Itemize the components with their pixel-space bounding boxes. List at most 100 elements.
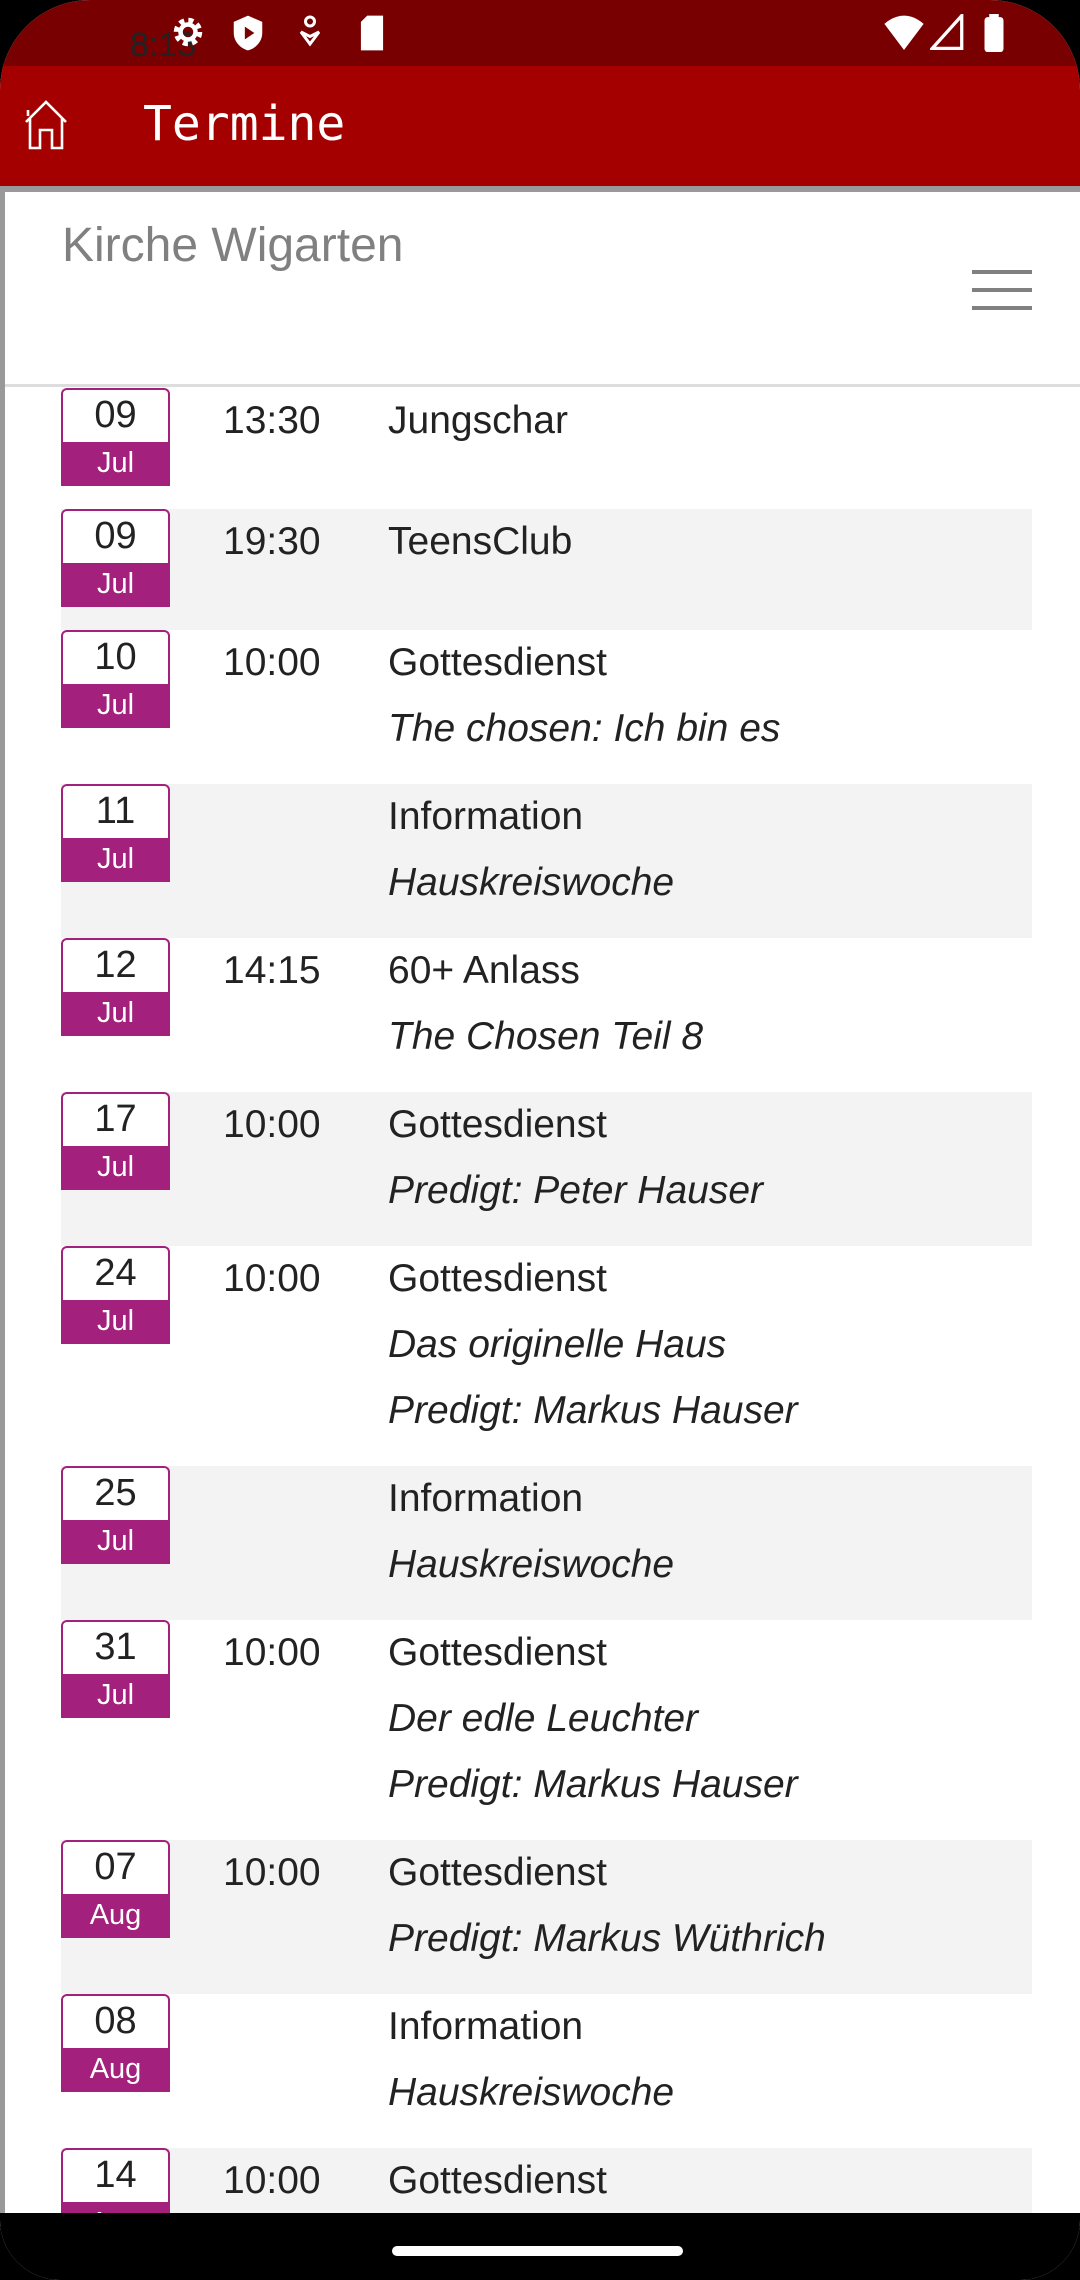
event-time: 10:00: [223, 1631, 321, 1674]
date-day: 11: [61, 784, 170, 838]
event-row[interactable]: 24 Jul 10:00 Gottesdienst Das originelle …: [61, 1246, 1032, 1466]
event-time: [170, 784, 388, 916]
date-day: 08: [61, 1994, 170, 2048]
event-detail: Predigt: Peter Hauser: [388, 1169, 764, 1212]
date-badge: 24 Jul: [61, 1246, 170, 1344]
event-time: 10:00: [223, 641, 321, 684]
event-time: [170, 1466, 388, 1598]
gear-icon: [173, 17, 203, 47]
date-day: 14: [61, 2148, 170, 2202]
wifi-icon: [884, 15, 924, 50]
event-detail: The chosen: Ich bin es: [388, 707, 781, 750]
event-title: Gottesdienst: [388, 641, 607, 684]
date-month: Jul: [61, 442, 170, 486]
event-detail: Predigt: Markus Hauser: [388, 1763, 798, 1806]
event-title: Information: [388, 2005, 584, 2048]
event-title: Gottesdienst: [388, 1631, 607, 1674]
date-day: 10: [61, 630, 170, 684]
date-badge: 09 Jul: [61, 509, 170, 607]
date-month: Jul: [61, 992, 170, 1036]
home-gesture-handle[interactable]: [392, 2246, 683, 2256]
site-header: Kirche Wigarten: [5, 192, 1080, 387]
date-month: Jul: [61, 838, 170, 882]
event-title: Jungschar: [388, 399, 568, 442]
date-month: Jul: [61, 1146, 170, 1190]
date-day: 17: [61, 1092, 170, 1146]
event-list[interactable]: 09 Jul 13:30 Jungschar 09 Jul 19:30 Teen…: [0, 388, 1080, 2213]
date-badge: 17 Jul: [61, 1092, 170, 1190]
date-day: 09: [61, 509, 170, 563]
date-month: Aug: [61, 2202, 170, 2213]
event-detail: Hauskreiswoche: [388, 1543, 675, 1586]
date-day: 07: [61, 1840, 170, 1894]
screen: 8:13 Termine Kirche Wigarten 09 Jul 13:3…: [0, 0, 1080, 2280]
event-title: 60+ Anlass: [388, 949, 580, 992]
event-time: 13:30: [223, 399, 321, 442]
event-time: 19:30: [223, 520, 321, 563]
date-badge: 14 Aug: [61, 2148, 170, 2213]
event-row[interactable]: 08 Aug Information Hauskreiswoche: [61, 1994, 1032, 2148]
event-row[interactable]: 25 Jul Information Hauskreiswoche: [61, 1466, 1032, 1620]
event-detail: Das originelle Haus: [388, 1323, 727, 1366]
event-title: Information: [388, 795, 584, 838]
battery-icon: [984, 14, 1004, 52]
date-month: Jul: [61, 1300, 170, 1344]
event-row[interactable]: 11 Jul Information Hauskreiswoche: [61, 784, 1032, 938]
event-time: 10:00: [223, 1257, 321, 1300]
date-badge: 10 Jul: [61, 630, 170, 728]
date-badge: 09 Jul: [61, 388, 170, 486]
sd-card-icon: [360, 15, 384, 51]
date-month: Aug: [61, 1894, 170, 1938]
accessibility-icon: [299, 15, 321, 47]
event-title: Gottesdienst: [388, 1851, 607, 1894]
navigation-bar: [0, 2213, 1080, 2280]
event-row[interactable]: 09 Jul 19:30 TeensClub: [61, 509, 1032, 630]
shield-play-icon: [233, 15, 263, 51]
event-title: Gottesdienst: [388, 2159, 607, 2202]
site-title[interactable]: Kirche Wigarten: [62, 218, 403, 273]
event-detail: Der edle Leuchter: [388, 1697, 699, 1740]
signal-icon: [930, 14, 964, 50]
event-time: 10:00: [223, 2159, 321, 2202]
date-badge: 12 Jul: [61, 938, 170, 1036]
event-time: 10:00: [223, 1851, 321, 1894]
event-row[interactable]: 31 Jul 10:00 Gottesdienst Der edle Leucht…: [61, 1620, 1032, 1840]
date-month: Jul: [61, 1674, 170, 1718]
event-row[interactable]: 10 Jul 10:00 Gottesdienst The chosen: Ich…: [61, 630, 1032, 784]
date-month: Jul: [61, 1520, 170, 1564]
event-detail: Hauskreiswoche: [388, 2071, 675, 2114]
status-bar: 8:13: [0, 0, 1080, 66]
date-badge: 08 Aug: [61, 1994, 170, 2092]
event-row[interactable]: 14 Aug 10:00 Gottesdienst: [61, 2148, 1032, 2213]
event-detail: Hauskreiswoche: [388, 861, 675, 904]
event-time: [170, 1994, 388, 2126]
event-title: TeensClub: [388, 520, 573, 563]
date-day: 24: [61, 1246, 170, 1300]
date-month: Aug: [61, 2048, 170, 2092]
date-badge: 25 Jul: [61, 1466, 170, 1564]
event-time: 14:15: [223, 949, 321, 992]
date-day: 25: [61, 1466, 170, 1520]
date-day: 09: [61, 388, 170, 442]
date-badge: 11 Jul: [61, 784, 170, 882]
event-detail: The Chosen Teil 8: [388, 1015, 704, 1058]
event-row[interactable]: 09 Jul 13:30 Jungschar: [61, 388, 1032, 509]
date-month: Jul: [61, 563, 170, 607]
event-title: Gottesdienst: [388, 1257, 607, 1300]
event-title: Gottesdienst: [388, 1103, 607, 1146]
event-row[interactable]: 17 Jul 10:00 Gottesdienst Predigt: Peter …: [61, 1092, 1032, 1246]
event-row[interactable]: 07 Aug 10:00 Gottesdienst Predigt: Markus…: [61, 1840, 1032, 1994]
app-bar: Termine: [0, 66, 1080, 186]
event-detail: Predigt: Markus Wüthrich: [388, 1917, 826, 1960]
hamburger-menu-icon[interactable]: [972, 270, 1032, 324]
event-title: Information: [388, 1477, 584, 1520]
page-title: Termine: [143, 96, 346, 152]
date-badge: 31 Jul: [61, 1620, 170, 1718]
event-time: 10:00: [223, 1103, 321, 1146]
event-detail: Predigt: Markus Hauser: [388, 1389, 798, 1432]
date-month: Jul: [61, 684, 170, 728]
date-day: 12: [61, 938, 170, 992]
event-row[interactable]: 12 Jul 14:15 60+ Anlass The Chosen Teil 8: [61, 938, 1032, 1092]
home-icon[interactable]: [22, 98, 70, 150]
date-day: 31: [61, 1620, 170, 1674]
